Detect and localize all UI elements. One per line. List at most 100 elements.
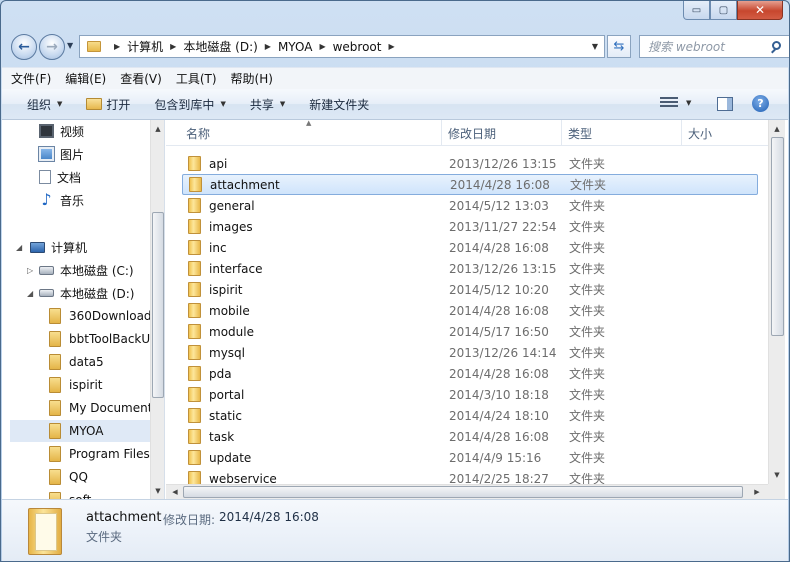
search-input[interactable]: 搜索 webroot (648, 38, 725, 55)
column-header-type[interactable]: 类型 (562, 120, 682, 146)
scroll-down-icon[interactable]: ▼ (770, 468, 784, 482)
chevron-right-icon[interactable]: ▶ (319, 42, 325, 51)
view-options-dropdown[interactable]: ▼ (686, 99, 691, 107)
computer-icon (30, 241, 45, 253)
file-row-selected[interactable]: attachment 2014/4/28 16:08 文件夹 (182, 174, 758, 195)
change-view-icon[interactable] (660, 97, 678, 111)
nav-item-folder[interactable]: data5 (49, 351, 104, 373)
column-header-name[interactable]: ▲ 名称 (166, 120, 442, 146)
expand-drive-c-icon[interactable]: ▷ (27, 266, 33, 275)
share-button[interactable]: 共享 ▼ (250, 96, 285, 113)
file-row[interactable]: mysql 2013/12/26 14:14 文件夹 (182, 342, 758, 363)
file-row[interactable]: general 2014/5/12 13:03 文件夹 (182, 195, 758, 216)
include-in-library-button[interactable]: 包含到库中 ▼ (154, 96, 225, 113)
address-history-dropdown[interactable]: ▼ (586, 36, 604, 57)
scroll-up-icon[interactable]: ▲ (151, 122, 164, 136)
folder-icon (189, 177, 202, 192)
nav-scrollbar[interactable]: ▲ ▼ (150, 120, 164, 499)
address-bar[interactable]: ▶ 计算机 ▶ 本地磁盘 (D:) ▶ MYOA ▶ webroot ▶ ▼ (79, 35, 605, 58)
search-icon[interactable] (771, 40, 783, 53)
collapse-drive-d-icon[interactable]: ◢ (27, 289, 33, 298)
horizontal-scrollbar-thumb[interactable] (183, 486, 743, 498)
organize-button[interactable]: 组织 ▼ (27, 96, 62, 113)
nav-item-computer[interactable]: 计算机 (30, 236, 87, 258)
file-name: ispirit (209, 282, 243, 297)
file-row[interactable]: images 2013/11/27 22:54 文件夹 (182, 216, 758, 237)
file-row[interactable]: task 2014/4/28 16:08 文件夹 (182, 426, 758, 447)
file-list-vertical-scrollbar[interactable]: ▲ ▼ (768, 120, 785, 484)
chevron-right-icon[interactable]: ▶ (170, 42, 176, 51)
menu-edit[interactable]: 编辑(E) (65, 70, 106, 87)
chevron-right-icon[interactable]: ▶ (265, 42, 271, 51)
menu-tools[interactable]: 工具(T) (176, 70, 217, 87)
breadcrumb-myoa[interactable]: MYOA (278, 40, 312, 54)
file-row[interactable]: api 2013/12/26 13:15 文件夹 (182, 153, 758, 174)
column-header-size[interactable]: 大小 (682, 120, 768, 146)
file-type: 文件夹 (569, 283, 606, 297)
menu-view[interactable]: 查看(V) (120, 70, 162, 87)
nav-item-folder-selected[interactable]: MYOA (10, 420, 150, 442)
scroll-down-icon[interactable]: ▼ (151, 484, 164, 498)
file-row[interactable]: interface 2013/12/26 13:15 文件夹 (182, 258, 758, 279)
nav-item-label: ispirit (69, 378, 103, 392)
nav-item-folder[interactable]: QQ (49, 466, 88, 488)
refresh-button[interactable]: ⇆ (607, 35, 631, 58)
nav-item-folder[interactable]: bbtToolBackU (49, 328, 150, 350)
nav-item-folder[interactable]: My Document (49, 397, 152, 419)
file-row[interactable]: inc 2014/4/28 16:08 文件夹 (182, 237, 758, 258)
nav-item-folder[interactable]: ispirit (49, 374, 103, 396)
nav-item-folder[interactable]: soft (49, 489, 91, 499)
nav-item-music[interactable]: ♪ 音乐 (39, 189, 84, 211)
menu-help[interactable]: 帮助(H) (231, 70, 273, 87)
open-label: 打开 (106, 97, 131, 112)
vertical-scrollbar-thumb[interactable] (771, 137, 784, 336)
file-row[interactable]: pda 2014/4/28 16:08 文件夹 (182, 363, 758, 384)
chevron-right-icon[interactable]: ▶ (388, 42, 394, 51)
file-date: 2014/5/17 16:50 (449, 324, 549, 339)
nav-item-drive-d[interactable]: 本地磁盘 (D:) (39, 282, 134, 304)
maximize-icon: ▢ (718, 4, 729, 16)
file-type: 文件夹 (570, 178, 607, 192)
scroll-left-icon[interactable]: ◀ (168, 485, 182, 499)
nav-item-folder[interactable]: 360Download (49, 305, 152, 327)
file-row[interactable]: update 2014/4/9 15:16 文件夹 (182, 447, 758, 468)
open-button[interactable]: 打开 (86, 96, 130, 113)
scroll-right-icon[interactable]: ▶ (750, 485, 764, 499)
nav-item-folder[interactable]: Program Files (49, 443, 150, 465)
nav-item-pictures[interactable]: 图片 (38, 143, 84, 165)
new-folder-button[interactable]: 新建文件夹 (309, 96, 369, 113)
preview-pane-icon[interactable] (717, 97, 733, 111)
scroll-up-icon[interactable]: ▲ (770, 122, 784, 136)
column-header-label: 修改日期 (448, 126, 497, 141)
minimize-button[interactable]: ▭ (683, 1, 710, 20)
recent-pages-dropdown[interactable]: ▼ (67, 41, 73, 50)
nav-item-drive-c[interactable]: 本地磁盘 (C:) (39, 259, 134, 281)
file-row[interactable]: ispirit 2014/5/12 10:20 文件夹 (182, 279, 758, 300)
collapse-computer-icon[interactable]: ◢ (16, 243, 22, 252)
file-row[interactable]: static 2014/4/24 18:10 文件夹 (182, 405, 758, 426)
nav-item-documents[interactable]: 文档 (39, 166, 81, 188)
breadcrumb-webroot[interactable]: webroot (333, 40, 382, 54)
file-row[interactable]: mobile 2014/4/28 16:08 文件夹 (182, 300, 758, 321)
help-icon[interactable]: ? (752, 95, 769, 112)
search-box[interactable]: 搜索 webroot (639, 35, 789, 58)
menu-file[interactable]: 文件(F) (11, 70, 51, 87)
file-row[interactable]: portal 2014/3/10 18:18 文件夹 (182, 384, 758, 405)
maximize-button[interactable]: ▢ (710, 1, 737, 20)
file-list-horizontal-scrollbar[interactable]: ◀ ▶ (166, 484, 768, 499)
file-row[interactable]: module 2014/5/17 16:50 文件夹 (182, 321, 758, 342)
file-date: 2014/4/24 18:10 (449, 408, 549, 423)
scrollbar-corner (768, 484, 785, 499)
file-date: 2014/4/9 15:16 (449, 450, 542, 465)
breadcrumb-computer[interactable]: 计算机 (127, 38, 163, 55)
back-button[interactable]: ← (11, 34, 37, 60)
forward-button[interactable]: → (39, 34, 65, 60)
breadcrumb-drive-d[interactable]: 本地磁盘 (D:) (183, 38, 257, 55)
file-type: 文件夹 (569, 430, 606, 444)
nav-item-video[interactable]: 视频 (39, 120, 84, 142)
hard-drive-icon (39, 289, 54, 297)
chevron-right-icon[interactable]: ▶ (114, 42, 120, 51)
nav-scrollbar-thumb[interactable] (152, 212, 164, 398)
column-header-date[interactable]: 修改日期 (442, 120, 562, 146)
close-button[interactable]: ✕ (737, 1, 783, 20)
